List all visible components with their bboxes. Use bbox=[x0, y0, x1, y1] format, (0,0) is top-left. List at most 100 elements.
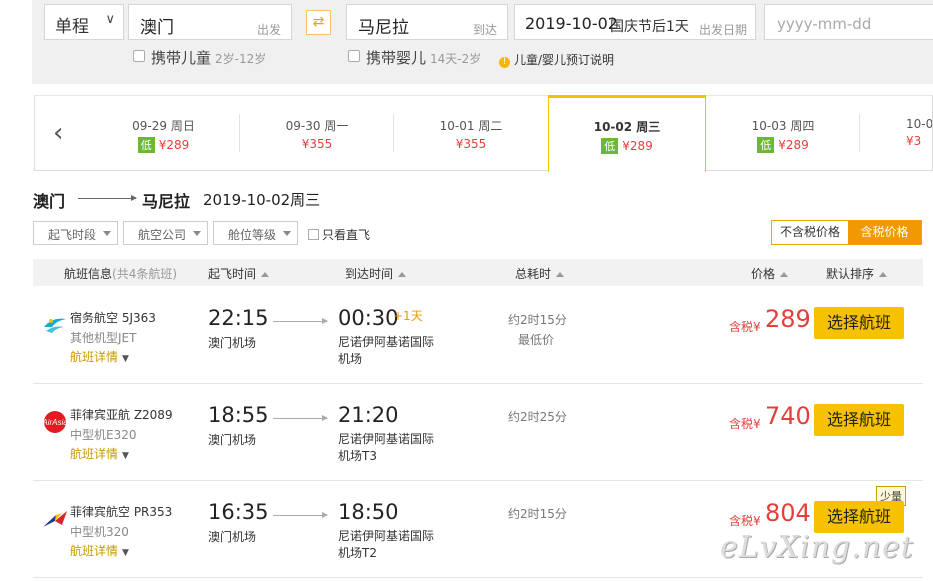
price-value: 740 bbox=[765, 402, 811, 430]
th-duration-sort[interactable]: 总耗时 bbox=[515, 265, 565, 282]
date-tab-date: 10-01 周二 bbox=[439, 119, 503, 133]
sort-icon bbox=[398, 272, 407, 277]
checkbox-icon bbox=[348, 50, 360, 62]
date-tab[interactable]: 10-03 周四 低 ¥289 bbox=[706, 96, 860, 170]
infant-checkbox[interactable]: 携带婴儿 14天-2岁 bbox=[348, 47, 481, 68]
route-date: 2019-10-02周三 bbox=[203, 191, 321, 209]
route-arrow-icon bbox=[78, 195, 137, 201]
date-tab[interactable]: 09-29 周日 低 ¥289 bbox=[87, 96, 240, 170]
date-tab-date: 09-30 周一 bbox=[285, 119, 349, 133]
depart-time: 16:35 bbox=[208, 500, 269, 524]
return-date-input[interactable]: yyyy-mm-dd bbox=[764, 4, 933, 40]
to-city-value: 马尼拉 bbox=[358, 18, 409, 38]
lowest-price-note: 最低价 bbox=[518, 333, 555, 347]
flight-detail-link[interactable]: 航班详情 ▼ bbox=[70, 542, 129, 559]
child-age: 2岁-12岁 bbox=[215, 52, 267, 66]
th-flight-info: 航班信息(共4条航班) bbox=[64, 267, 178, 281]
from-city-value: 澳门 bbox=[140, 18, 174, 38]
arrow-icon bbox=[273, 512, 328, 518]
price-value: 804 bbox=[765, 499, 811, 527]
caret-down-icon bbox=[283, 231, 291, 236]
swap-cities-icon[interactable]: ⇄ bbox=[306, 10, 331, 35]
filter-depart-time[interactable]: 起飞时段 bbox=[33, 221, 118, 245]
chevron-left-icon[interactable]: ‹ bbox=[53, 118, 63, 148]
chevron-down-icon: ▼ bbox=[122, 548, 129, 558]
direct-only-label: 只看直飞 bbox=[322, 228, 371, 242]
tax-label: 含税¥ bbox=[729, 417, 761, 431]
flight-detail-link[interactable]: 航班详情 ▼ bbox=[70, 348, 129, 365]
price-excl-tax-button[interactable]: 不含税价格 bbox=[772, 221, 848, 244]
filter-label: 航空公司 bbox=[138, 228, 187, 242]
flight-detail-link[interactable]: 航班详情 ▼ bbox=[70, 445, 129, 462]
holiday-note: 国庆节后1天 bbox=[610, 19, 689, 35]
checkbox-icon bbox=[133, 50, 145, 62]
price-incl-tax-button[interactable]: 含税价格 bbox=[848, 221, 921, 244]
th-arrive-sort[interactable]: 到达时间 bbox=[345, 265, 407, 282]
arrow-icon bbox=[273, 415, 328, 421]
next-day-badge: +1天 bbox=[393, 309, 423, 323]
sort-icon bbox=[879, 272, 888, 277]
date-tab-price: ¥289 bbox=[622, 139, 653, 153]
date-tab-date: 10-03 周四 bbox=[751, 119, 815, 133]
cebu-pacific-logo-icon bbox=[44, 318, 66, 333]
depart-airport: 澳门机场 bbox=[208, 433, 257, 447]
checkbox-icon bbox=[308, 229, 319, 240]
route-from: 澳门 bbox=[33, 192, 66, 211]
return-date-placeholder: yyyy-mm-dd bbox=[777, 15, 872, 33]
filter-label: 起飞时段 bbox=[48, 228, 97, 242]
date-tab[interactable]: 09-30 周一 ¥355 bbox=[240, 96, 394, 170]
sort-icon bbox=[556, 272, 565, 277]
date-tab-price: ¥355 bbox=[301, 137, 333, 151]
caret-down-icon bbox=[103, 231, 111, 236]
low-badge: 低 bbox=[137, 137, 155, 153]
th-price-sort[interactable]: 价格 bbox=[751, 265, 789, 282]
filter-label: 舱位等级 bbox=[228, 228, 277, 242]
sort-icon bbox=[261, 272, 270, 277]
th-default-sort[interactable]: 默认排序 bbox=[826, 265, 888, 282]
filter-airline[interactable]: 航空公司 bbox=[123, 221, 208, 245]
date-tab-price: ¥355 bbox=[455, 137, 487, 151]
airline-name: 宿务航空 5J363 bbox=[70, 311, 156, 325]
date-tab-price: ¥289 bbox=[778, 138, 809, 152]
arrive-airport: 尼诺伊阿基诺国际机场 bbox=[338, 335, 435, 366]
low-badge: 低 bbox=[601, 138, 619, 154]
low-badge: 低 bbox=[757, 137, 775, 153]
to-city-input[interactable]: 马尼拉 到达 bbox=[346, 4, 508, 40]
date-tab-active[interactable]: 10-02 周三 低 ¥289 bbox=[548, 95, 706, 172]
child-checkbox[interactable]: 携带儿童 2岁-12岁 bbox=[133, 47, 266, 68]
depart-airport: 澳门机场 bbox=[208, 530, 257, 544]
filter-cabin[interactable]: 舱位等级 bbox=[213, 221, 298, 245]
route-to: 马尼拉 bbox=[142, 192, 191, 211]
date-tab-price: ¥3 bbox=[906, 134, 922, 148]
info-icon: ! bbox=[499, 57, 510, 68]
tax-label: 含税¥ bbox=[729, 514, 761, 528]
select-flight-button[interactable]: 选择航班 bbox=[814, 404, 904, 436]
airasia-logo-icon: AirAsia bbox=[42, 411, 68, 433]
search-panel: 单程 ∨ 澳门 出发 ⇄ 马尼拉 到达 2019-10-02 国庆节后1天 出发… bbox=[32, 0, 933, 84]
philippine-airlines-logo-icon bbox=[43, 511, 67, 527]
th-depart-sort[interactable]: 起飞时间 bbox=[208, 265, 270, 282]
aircraft-model: 其他机型JET bbox=[70, 331, 137, 345]
arrive-airport: 尼诺伊阿基诺国际机场T2 bbox=[338, 529, 435, 560]
booking-note-link[interactable]: ! 儿童/婴儿预订说明 bbox=[499, 51, 614, 68]
arrive-airport: 尼诺伊阿基诺国际机场T3 bbox=[338, 432, 435, 463]
svg-text:AirAsia: AirAsia bbox=[42, 418, 68, 427]
duration: 约2时25分 bbox=[508, 410, 567, 424]
aircraft-model: 中型机E320 bbox=[70, 428, 137, 442]
from-city-input[interactable]: 澳门 出发 bbox=[128, 4, 292, 40]
trip-type-value: 单程 bbox=[55, 17, 89, 37]
trip-type-select[interactable]: 单程 ∨ bbox=[44, 4, 124, 40]
from-tag: 出发 bbox=[256, 23, 281, 37]
watermark: eLvXing.net bbox=[720, 530, 914, 565]
select-flight-button[interactable]: 选择航班 bbox=[814, 307, 904, 339]
depart-date-input[interactable]: 2019-10-02 国庆节后1天 出发日期 bbox=[514, 4, 756, 40]
date-tab[interactable]: 10-0 ¥3 bbox=[860, 96, 932, 170]
caret-down-icon bbox=[193, 231, 201, 236]
to-tag: 到达 bbox=[472, 23, 497, 37]
price-value: 289 bbox=[765, 305, 811, 333]
sort-icon bbox=[780, 272, 789, 277]
date-tab[interactable]: 10-01 周二 ¥355 bbox=[394, 96, 548, 170]
direct-only-checkbox[interactable]: 只看直飞 bbox=[308, 226, 370, 243]
price-tax-toggle: 不含税价格 含税价格 bbox=[771, 220, 922, 245]
select-flight-button[interactable]: 选择航班 bbox=[814, 501, 904, 533]
